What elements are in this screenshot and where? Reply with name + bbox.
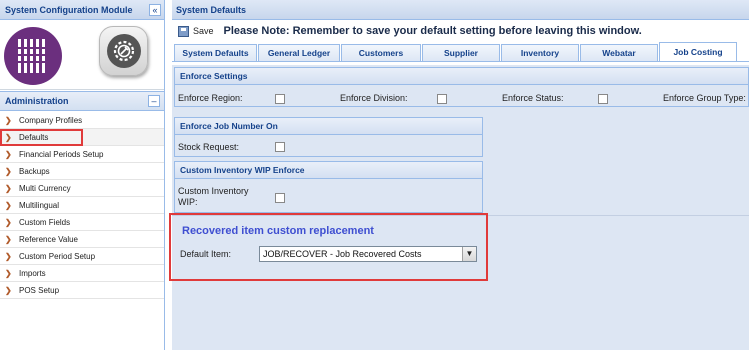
module-title: System Configuration Module: [5, 4, 133, 15]
tab-system-defaults[interactable]: System Defaults: [174, 44, 257, 61]
menu-item-custom-fields[interactable]: ❯ Custom Fields: [0, 214, 164, 231]
menu-item-backups[interactable]: ❯ Backups: [0, 163, 164, 180]
system-defaults-panel: System Defaults Save Please Note: Rememb…: [172, 0, 749, 350]
settings-gear-icon[interactable]: [99, 26, 148, 76]
menu-item-multilingual[interactable]: ❯ Multilingual: [0, 197, 164, 214]
menu-item-label: Company Profiles: [19, 115, 83, 125]
stock-request-checkbox[interactable]: [275, 142, 285, 152]
tab-inventory[interactable]: Inventory: [501, 44, 579, 61]
tab-webatar[interactable]: Webatar: [580, 44, 658, 61]
logo-area: [0, 20, 164, 90]
collapse-panel-button[interactable]: «: [149, 3, 161, 16]
menu-item-label: Reference Value: [19, 234, 78, 244]
system-config-panel: System Configuration Module « Administra…: [0, 0, 165, 350]
save-button-label: Save: [193, 26, 214, 36]
custom-inventory-wip-title: Custom Inventory WIP Enforce: [175, 162, 482, 179]
menu-item-reference-value[interactable]: ❯ Reference Value: [0, 231, 164, 248]
enforce-settings-title: Enforce Settings: [175, 68, 748, 85]
system-defaults-header: System Defaults: [172, 0, 749, 20]
administration-header[interactable]: Administration –: [0, 91, 164, 111]
menu-item-imports[interactable]: ❯ Imports: [0, 265, 164, 282]
tab-general-ledger[interactable]: General Ledger: [258, 44, 340, 61]
arrow-right-icon: ❯: [5, 149, 12, 159]
toolbar: Save Please Note: Remember to save your …: [172, 20, 749, 42]
arrow-right-icon: ❯: [5, 285, 12, 295]
recovered-highlight-box: [169, 213, 488, 281]
save-reminder-note: Please Note: Remember to save your defau…: [223, 25, 642, 37]
enforce-division-checkbox[interactable]: [437, 94, 447, 104]
module-header: System Configuration Module «: [0, 0, 164, 20]
menu-item-multi-currency[interactable]: ❯ Multi Currency: [0, 180, 164, 197]
arrow-right-icon: ❯: [5, 234, 12, 244]
menu-item-custom-period-setup[interactable]: ❯ Custom Period Setup: [0, 248, 164, 265]
enforce-group-type-label: Enforce Group Type:: [663, 93, 746, 103]
enforce-region-label: Enforce Region:: [178, 93, 243, 103]
defaults-tabs: System Defaults General Ledger Customers…: [172, 42, 749, 62]
custom-inventory-wip-checkbox[interactable]: [275, 193, 285, 203]
stock-request-label: Stock Request:: [178, 142, 240, 152]
arrow-right-icon: ❯: [5, 268, 12, 278]
save-button[interactable]: Save: [178, 25, 214, 37]
enforce-job-number-title: Enforce Job Number On: [175, 118, 482, 135]
administration-title: Administration: [5, 96, 69, 106]
menu-item-label: Backups: [19, 166, 50, 176]
arrow-right-icon: ❯: [5, 251, 12, 261]
menu-item-pos-setup[interactable]: ❯ POS Setup: [0, 282, 164, 299]
menu-item-financial-periods-setup[interactable]: ❯ Financial Periods Setup: [0, 146, 164, 163]
menu-item-label: Financial Periods Setup: [19, 149, 104, 159]
tab-customers[interactable]: Customers: [341, 44, 421, 61]
menu-item-label: Imports: [19, 268, 46, 278]
tab-supplier[interactable]: Supplier: [422, 44, 500, 61]
menu-item-label: POS Setup: [19, 285, 60, 295]
arrow-right-icon: ❯: [5, 115, 12, 125]
job-costing-content: Enforce Settings Enforce Region: Enforce…: [172, 65, 749, 350]
menu-item-company-profiles[interactable]: ❯ Company Profiles: [0, 112, 164, 129]
enforce-region-checkbox[interactable]: [275, 94, 285, 104]
menu-item-label: Multi Currency: [19, 183, 71, 193]
arrow-right-icon: ❯: [5, 217, 12, 227]
menu-item-label: Custom Fields: [19, 217, 71, 227]
company-logo: [4, 27, 62, 85]
tab-job-costing[interactable]: Job Costing: [659, 42, 737, 61]
menu-item-label: Multilingual: [19, 200, 60, 210]
arrow-right-icon: ❯: [5, 183, 12, 193]
enforce-status-checkbox[interactable]: [598, 94, 608, 104]
custom-inventory-wip-label-line2: WIP:: [178, 197, 198, 207]
menu-item-label: Custom Period Setup: [19, 251, 96, 261]
arrow-right-icon: ❯: [5, 166, 12, 176]
save-icon: [178, 25, 189, 37]
defaults-highlight-box: [0, 129, 83, 146]
system-defaults-title: System Defaults: [176, 4, 247, 15]
administration-collapse-button[interactable]: –: [148, 95, 160, 107]
arrow-right-icon: ❯: [5, 200, 12, 210]
enforce-status-label: Enforce Status:: [502, 93, 564, 103]
enforce-division-label: Enforce Division:: [340, 93, 408, 103]
custom-inventory-wip-label-line1: Custom Inventory: [178, 186, 249, 196]
